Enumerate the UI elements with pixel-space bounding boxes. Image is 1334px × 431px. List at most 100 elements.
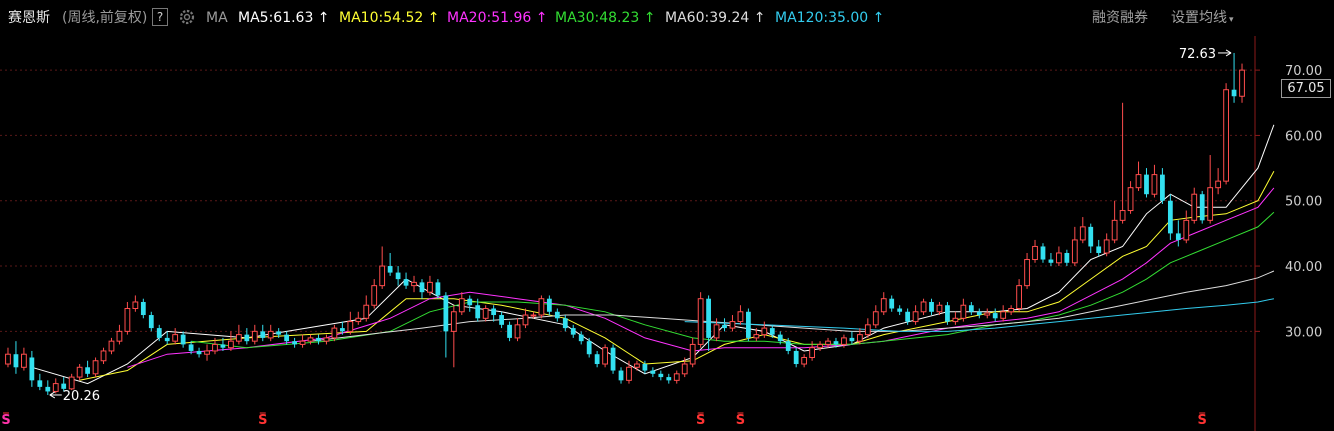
candle-body bbox=[316, 337, 321, 342]
chevron-down-icon: ▾ bbox=[1229, 15, 1234, 25]
ma-label: MA bbox=[206, 10, 228, 26]
ma-trend-arrow: ↑ bbox=[639, 10, 656, 26]
candle-body bbox=[196, 350, 202, 355]
candle bbox=[379, 246, 386, 289]
candle-body bbox=[244, 334, 250, 342]
candle bbox=[116, 324, 123, 345]
ma-legend-item: MA30:48.23 ↑ bbox=[555, 10, 656, 26]
candle bbox=[801, 354, 808, 368]
candles bbox=[5, 52, 1245, 395]
moving-average-lines bbox=[31, 124, 1275, 385]
candle bbox=[1024, 252, 1030, 289]
candle-body bbox=[825, 340, 831, 345]
candle bbox=[132, 295, 139, 312]
candle-body bbox=[952, 317, 959, 323]
candle-body bbox=[1000, 311, 1007, 319]
candle-body bbox=[1096, 246, 1102, 253]
candle-body bbox=[897, 308, 903, 312]
candle-body bbox=[833, 341, 839, 345]
candle bbox=[1111, 200, 1118, 244]
candle bbox=[251, 324, 258, 345]
ma-legend-item: MA5:61.63 ↑ bbox=[238, 10, 330, 26]
candle bbox=[45, 380, 51, 395]
candle-body bbox=[650, 370, 656, 374]
candle-body bbox=[1008, 308, 1015, 313]
candle bbox=[578, 331, 584, 345]
candle-body bbox=[204, 350, 210, 355]
y-tick-label: 50.00 bbox=[1285, 195, 1322, 210]
set-ma-button[interactable]: 设置均线 ▾ bbox=[1171, 9, 1234, 29]
candle bbox=[1191, 187, 1198, 224]
candle-body bbox=[188, 344, 194, 351]
candle-body bbox=[570, 328, 576, 335]
candle-body bbox=[936, 304, 943, 313]
margin-trading-button[interactable]: 融资融券 bbox=[1092, 9, 1148, 27]
candle bbox=[746, 308, 751, 342]
low-price-label: 20.26 bbox=[63, 389, 100, 404]
candle-body bbox=[1103, 239, 1110, 254]
candle bbox=[235, 324, 242, 345]
candle bbox=[1223, 83, 1229, 185]
candle bbox=[5, 347, 11, 368]
candle bbox=[467, 295, 473, 312]
candle-body bbox=[419, 282, 425, 293]
gear-icon[interactable] bbox=[178, 8, 196, 31]
event-markers: SSSSS bbox=[1, 412, 1207, 428]
candle bbox=[482, 305, 489, 322]
candle bbox=[1000, 305, 1007, 322]
candle bbox=[610, 344, 616, 374]
candle-body bbox=[292, 341, 297, 345]
candle-body bbox=[872, 311, 879, 326]
candle-body bbox=[514, 324, 521, 339]
candle-body bbox=[1151, 174, 1158, 195]
candle bbox=[491, 305, 497, 322]
candlestick-chart[interactable]: 30.00 40.00 50.00 60.00 70.00 20.26 72.63 S S S… bbox=[0, 36, 1334, 431]
candle-body bbox=[920, 301, 927, 313]
candle-body bbox=[458, 298, 465, 313]
candle bbox=[355, 311, 362, 325]
candle-body bbox=[689, 343, 696, 365]
candle bbox=[172, 328, 179, 345]
candle-body bbox=[1119, 210, 1126, 221]
candle-body bbox=[21, 353, 27, 368]
candle bbox=[793, 347, 799, 368]
candle-body bbox=[856, 334, 863, 342]
candle bbox=[968, 301, 974, 316]
candle-body bbox=[371, 285, 378, 306]
candle bbox=[316, 334, 321, 345]
candle bbox=[522, 308, 529, 329]
candle bbox=[100, 347, 107, 365]
candle-body bbox=[706, 298, 711, 338]
stock-name[interactable]: 赛恩斯 bbox=[8, 9, 50, 27]
candle bbox=[1231, 52, 1237, 103]
candle-body bbox=[443, 295, 449, 332]
candle-body bbox=[323, 337, 330, 342]
candle bbox=[387, 252, 393, 276]
candle bbox=[108, 337, 115, 355]
ma-trend-arrow: ↑ bbox=[423, 10, 440, 26]
candle bbox=[1160, 168, 1165, 205]
candle bbox=[21, 347, 27, 371]
candle-body bbox=[1223, 89, 1229, 182]
ma-legend-item: MA120:35.00 ↑ bbox=[775, 10, 885, 26]
candle bbox=[68, 373, 75, 391]
candle bbox=[228, 331, 234, 351]
candle-body bbox=[450, 311, 457, 332]
candle bbox=[1096, 239, 1102, 257]
candle bbox=[729, 315, 736, 332]
candle-body bbox=[363, 304, 370, 319]
candle-body bbox=[235, 334, 242, 342]
candle bbox=[323, 334, 330, 345]
ma-trend-arrow: ↑ bbox=[749, 10, 766, 26]
help-button[interactable]: ? bbox=[152, 8, 168, 26]
candle-body bbox=[538, 298, 545, 316]
candle bbox=[450, 305, 457, 368]
candle-body bbox=[212, 343, 218, 352]
candle bbox=[722, 318, 727, 332]
candle-body bbox=[132, 301, 139, 310]
candle-body bbox=[777, 334, 783, 342]
candle-body bbox=[618, 370, 624, 381]
candle-body bbox=[1127, 187, 1134, 212]
candle bbox=[196, 347, 202, 358]
candle bbox=[76, 364, 83, 381]
